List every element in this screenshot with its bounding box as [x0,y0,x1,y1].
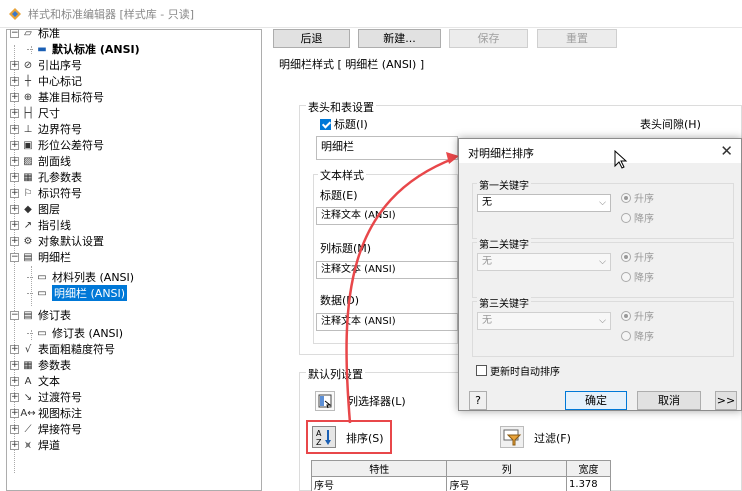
help-button[interactable]: ? [469,391,487,410]
first-key-group: 第一关键字 无 ⌵ 升序 降序 [472,177,734,239]
second-ascending-radio[interactable]: 升序 [621,249,654,264]
third-key-select[interactable]: 无 ⌵ [477,312,611,330]
third-ascending-radio[interactable]: 升序 [621,308,654,323]
second-key-group: 第二关键字 无 ⌵ 升序 降序 [472,236,734,298]
first-key-label: 第一关键字 [477,177,531,192]
auto-sort-checkbox[interactable] [476,365,487,376]
dialog-title-bar: 对明细栏排序 ✕ [459,139,741,163]
more-button[interactable]: >> [715,391,737,410]
first-key-select[interactable]: 无 ⌵ [477,194,611,212]
chevron-down-icon: ⌵ [599,257,606,267]
chevron-down-icon: ⌵ [599,198,606,208]
auto-sort-row[interactable]: 更新时自动排序 [476,363,560,378]
dialog-title: 对明细栏排序 [468,147,534,160]
chevron-down-icon: ⌵ [599,316,606,326]
cancel-button[interactable]: 取消 [637,391,701,410]
close-icon[interactable]: ✕ [720,142,733,160]
third-key-group: 第三关键字 无 ⌵ 升序 降序 [472,295,734,357]
ok-button[interactable]: 确定 [565,391,627,410]
third-descending-radio[interactable]: 降序 [621,328,654,343]
second-descending-radio[interactable]: 降序 [621,269,654,284]
second-key-label: 第二关键字 [477,236,531,251]
cursor-icon [614,150,628,169]
first-descending-radio[interactable]: 降序 [621,210,654,225]
sort-dialog[interactable]: 对明细栏排序 ✕ 第一关键字 无 ⌵ 升序 降序 第二关键字 无 ⌵ 升序 降序 第… [458,138,742,411]
second-key-select[interactable]: 无 ⌵ [477,253,611,271]
auto-sort-label: 更新时自动排序 [490,367,560,378]
third-key-label: 第三关键字 [477,295,531,310]
first-ascending-radio[interactable]: 升序 [621,190,654,205]
